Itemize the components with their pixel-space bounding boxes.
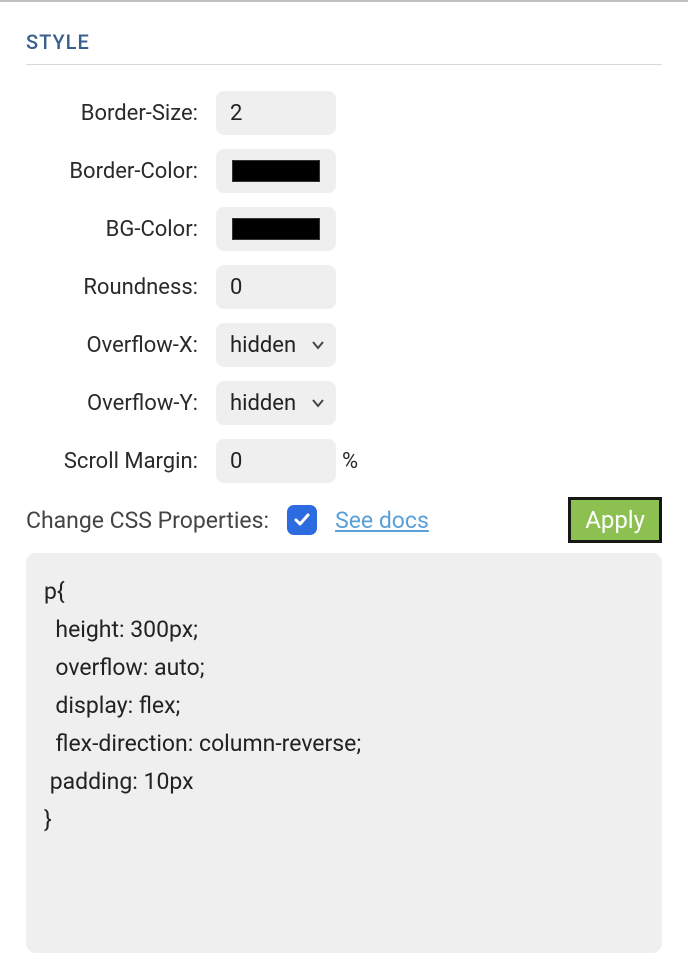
input-scroll-margin[interactable]: 0	[216, 439, 336, 483]
label-border-color: Border-Color:	[26, 159, 216, 184]
swatch-border-color	[232, 160, 320, 182]
swatch-bg-color	[232, 218, 320, 240]
chevron-down-icon	[310, 337, 326, 353]
divider	[26, 64, 662, 65]
label-scroll-margin: Scroll Margin:	[26, 449, 216, 474]
css-code-editor[interactable]: p{ height: 300px; overflow: auto; displa…	[26, 553, 662, 953]
label-border-size: Border-Size:	[26, 101, 216, 126]
label-change-css: Change CSS Properties:	[26, 507, 269, 534]
input-bg-color[interactable]	[216, 207, 336, 251]
chevron-down-icon	[310, 395, 326, 411]
row-overflow-x: Overflow-X: hidden	[26, 323, 662, 367]
select-overflow-x[interactable]: hidden	[216, 323, 336, 367]
select-overflow-x-value: hidden	[230, 333, 296, 358]
input-border-color[interactable]	[216, 149, 336, 193]
label-overflow-x: Overflow-X:	[26, 333, 216, 358]
select-overflow-y-value: hidden	[230, 391, 296, 416]
row-roundness: Roundness: 0	[26, 265, 662, 309]
row-border-size: Border-Size: 2	[26, 91, 662, 135]
row-bg-color: BG-Color:	[26, 207, 662, 251]
row-overflow-y: Overflow-Y: hidden	[26, 381, 662, 425]
select-overflow-y[interactable]: hidden	[216, 381, 336, 425]
label-overflow-y: Overflow-Y:	[26, 391, 216, 416]
style-panel: STYLE Border-Size: 2 Border-Color: BG-Co…	[0, 0, 688, 953]
checkmark-icon	[292, 510, 312, 530]
section-title: STYLE	[26, 30, 662, 54]
label-roundness: Roundness:	[26, 275, 216, 300]
row-change-css: Change CSS Properties: See docs Apply	[26, 497, 662, 543]
row-border-color: Border-Color:	[26, 149, 662, 193]
label-bg-color: BG-Color:	[26, 217, 216, 242]
unit-scroll-margin: %	[342, 449, 358, 474]
input-roundness[interactable]: 0	[216, 265, 336, 309]
input-border-size[interactable]: 2	[216, 91, 336, 135]
checkbox-change-css[interactable]	[287, 505, 317, 535]
row-scroll-margin: Scroll Margin: 0 %	[26, 439, 662, 483]
apply-button[interactable]: Apply	[568, 497, 662, 543]
link-see-docs[interactable]: See docs	[335, 507, 429, 534]
